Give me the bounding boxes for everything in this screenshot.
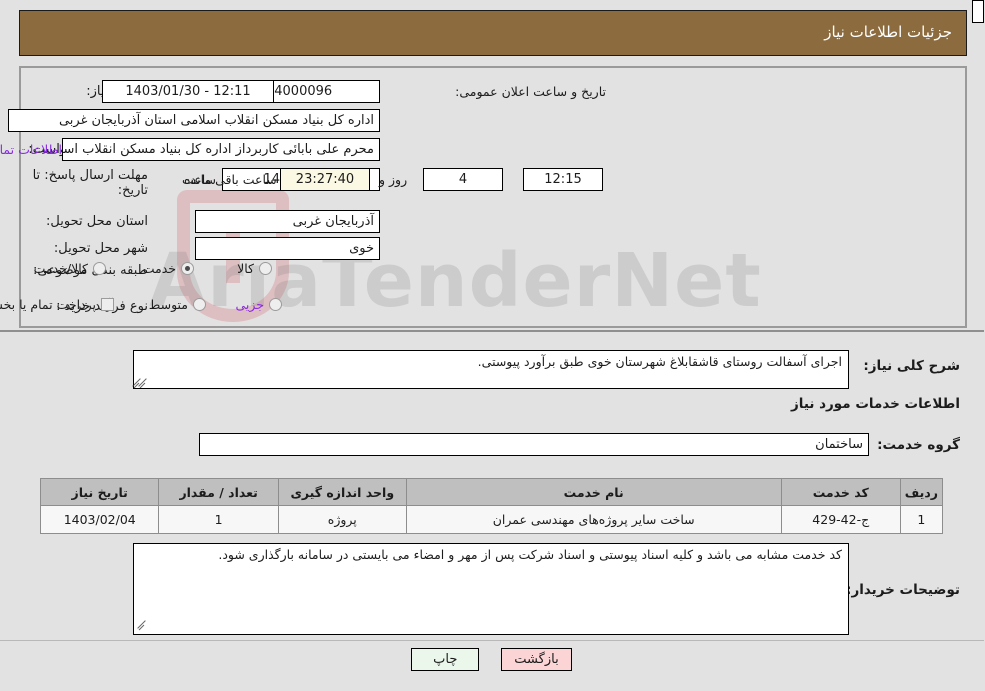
description-grip-wrap bbox=[129, 376, 142, 389]
col-code: کد خدمت bbox=[781, 478, 902, 506]
need-info-panel bbox=[20, 66, 968, 328]
back-button[interactable]: بازگشت bbox=[502, 648, 573, 671]
resize-grip-icon[interactable] bbox=[132, 376, 142, 389]
city-value: خوی bbox=[196, 237, 381, 260]
deadline-label: مهلت ارسال پاسخ: تا تاریخ: bbox=[33, 168, 149, 198]
col-name: نام خدمت bbox=[406, 478, 783, 506]
cell-code: ج-42-429 bbox=[781, 505, 902, 534]
treasury-bond-checkbox[interactable]: پرداخت تمام یا بخشی از مبلغ خرید،از محل … bbox=[0, 297, 115, 312]
service-group-label: گروه خدمت: bbox=[878, 437, 961, 453]
print-button[interactable]: چاپ bbox=[412, 648, 481, 671]
radio-label: کالا bbox=[238, 261, 255, 276]
page-root: AriaTenderNet جزئیات اطلاعات نیاز شماره … bbox=[0, 0, 985, 691]
page-title: جزئیات اطلاعات نیاز bbox=[825, 23, 953, 41]
col-quantity: تعداد / مقدار bbox=[159, 478, 280, 506]
treasury-bond-label: پرداخت تمام یا بخشی از مبلغ خرید،از محل … bbox=[0, 297, 97, 312]
radio-process-motevasset[interactable]: متوسط bbox=[150, 297, 207, 312]
footer-divider bbox=[0, 640, 985, 641]
services-table: ردیف کد خدمت نام خدمت واحد اندازه گیری ت… bbox=[40, 478, 945, 534]
province-value: آذربایجان غربی bbox=[196, 210, 381, 233]
radio-label: متوسط bbox=[149, 297, 189, 312]
buyer-notes-textarea[interactable]: کد خدمت مشابه می باشد و کلیه اسناد پیوست… bbox=[134, 543, 850, 635]
cell-quantity: 1 bbox=[159, 505, 280, 534]
cell-index: 1 bbox=[900, 505, 945, 534]
page-header: جزئیات اطلاعات نیاز bbox=[20, 10, 968, 56]
buyer-contact-link[interactable]: اطلاعات تماس خریدار bbox=[0, 142, 63, 157]
buyer-org-value: اداره کل بنیاد مسکن انقلاب اسلامی استان … bbox=[9, 109, 381, 132]
radio-category-kala[interactable]: کالا bbox=[238, 261, 273, 276]
table-header-row: ردیف کد خدمت نام خدمت واحد اندازه گیری ت… bbox=[40, 478, 945, 506]
service-group-value: ساختمان bbox=[200, 433, 870, 456]
cell-need-date: 1403/02/04 bbox=[40, 505, 161, 534]
radio-process-jozii[interactable]: جزیی bbox=[236, 297, 283, 312]
deadline-time-value: 12:15 bbox=[524, 168, 604, 191]
announce-datetime-label: تاریخ و ساعت اعلان عمومی: bbox=[456, 84, 607, 99]
radio-category-kala-khedmat[interactable]: کالا/خدمت bbox=[35, 261, 107, 276]
city-label: شهر محل تحویل: bbox=[54, 241, 149, 256]
radio-label: جزیی bbox=[236, 297, 265, 312]
radio-indicator[interactable] bbox=[270, 298, 283, 311]
description-textarea[interactable]: اجرای آسفالت روستای قاشقابلاغ شهرستان خو… bbox=[134, 350, 850, 389]
days-remaining-label: روز و bbox=[380, 172, 409, 187]
countdown-label: ساعت باقی مانده bbox=[185, 172, 278, 187]
announce-datetime-value: 1403/01/30 - 12:11 bbox=[103, 80, 275, 103]
buyer-notes-label: توضیحات خریدار: bbox=[847, 582, 961, 598]
radio-indicator[interactable] bbox=[94, 262, 107, 275]
buyer-notes-grip-wrap bbox=[134, 618, 147, 631]
requester-value: محرم علی بابائی کاربرداز اداره کل بنیاد … bbox=[63, 138, 381, 161]
cell-unit: پروژه bbox=[278, 505, 408, 534]
services-section-title: اطلاعات خدمات مورد نیاز bbox=[791, 396, 961, 412]
action-button-bar: بازگشت چاپ bbox=[0, 648, 985, 671]
countdown-value: 23:27:40 bbox=[281, 168, 371, 191]
radio-indicator[interactable] bbox=[182, 262, 195, 275]
radio-label: خدمت bbox=[143, 261, 177, 276]
col-unit: واحد اندازه گیری bbox=[278, 478, 408, 506]
description-label: شرح کلی نیاز: bbox=[864, 358, 961, 374]
radio-category-khedmat[interactable]: خدمت bbox=[144, 261, 195, 276]
resize-grip-icon[interactable] bbox=[137, 618, 147, 631]
section-divider bbox=[0, 330, 985, 332]
col-index: ردیف bbox=[900, 478, 945, 506]
cell-name: ساخت سایر پروژه‌های مهندسی عمران bbox=[406, 505, 783, 534]
province-label: استان محل تحویل: bbox=[47, 214, 149, 229]
radio-indicator[interactable] bbox=[260, 262, 273, 275]
radio-indicator[interactable] bbox=[194, 298, 207, 311]
radio-label: کالا/خدمت bbox=[34, 261, 89, 276]
days-remaining-value: 4 bbox=[424, 168, 504, 191]
col-date: تاریخ نیاز bbox=[40, 478, 161, 506]
table-row: 1 ج-42-429 ساخت سایر پروژه‌های مهندسی عم… bbox=[40, 505, 945, 534]
checkbox-indicator[interactable] bbox=[102, 298, 115, 311]
